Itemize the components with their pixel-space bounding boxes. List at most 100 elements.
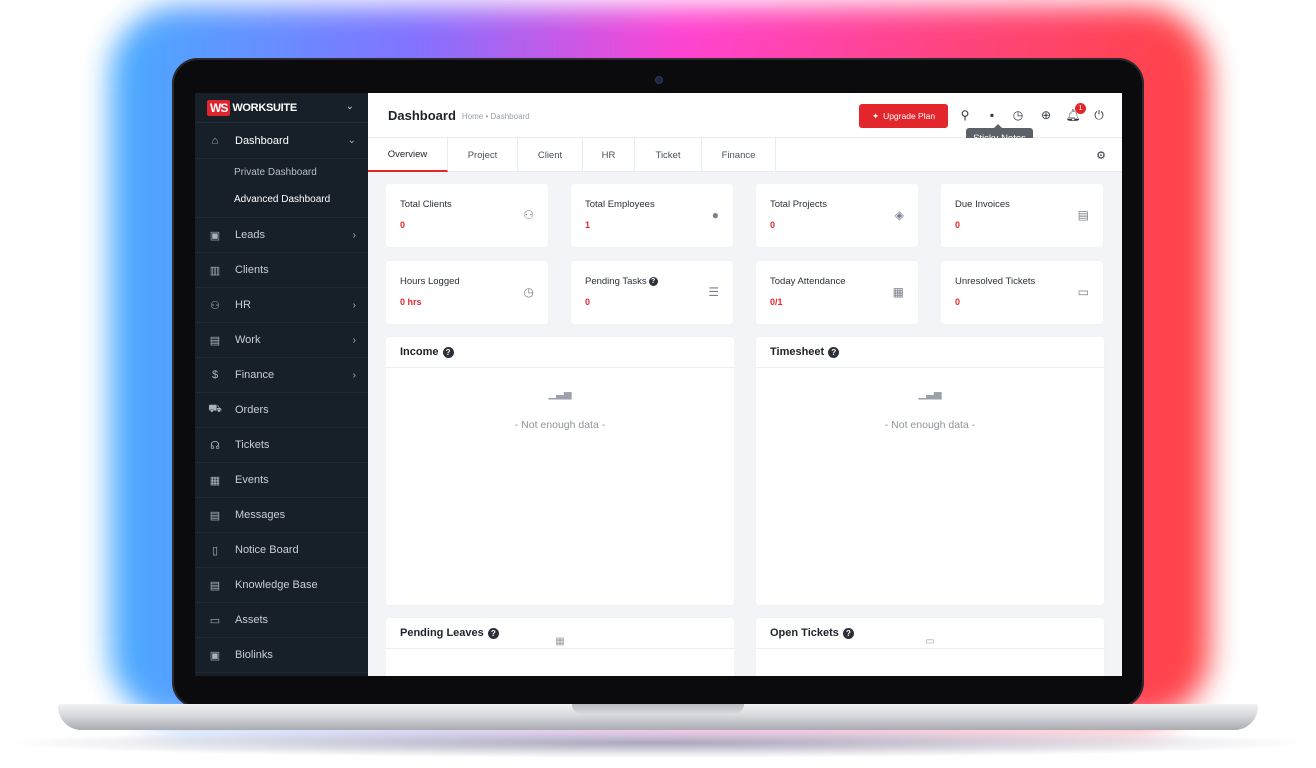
tab-hr[interactable]: HR — [583, 138, 635, 172]
stat-card-unresolved-tickets[interactable]: Unresolved Tickets 0 ▭ — [941, 261, 1103, 324]
cart-icon: ⛟ — [208, 403, 222, 415]
sidebar-nav-list: ▣ Leads › ▥ Clients ⚇ HR › ▤ Work › $ Finance › ⛟ Order… — [195, 218, 368, 673]
stat-value: 0 — [770, 220, 776, 230]
stat-card-total-employees[interactable]: Total Employees 1 ● — [571, 184, 733, 247]
sidebar-item-assets[interactable]: ▭ Assets — [195, 603, 368, 638]
help-icon[interactable]: ? — [828, 346, 840, 358]
laptop-mockup: WS WORKSUITE ⌄ ⌂ Dashboard ⌄ Private Das… — [0, 0, 1316, 768]
users-icon: ⚇ — [523, 208, 534, 222]
stat-card-pending-tasks[interactable]: Pending Tasks? 0 ☰ — [571, 261, 733, 324]
sidebar-item-clients[interactable]: ▥ Clients — [195, 253, 368, 288]
sidebar-item-notice-board[interactable]: ▯ Notice Board — [195, 533, 368, 568]
breadcrumb[interactable]: Home • Dashboard — [462, 112, 530, 121]
help-icon[interactable]: ? — [842, 627, 854, 639]
stat-card-due-invoices[interactable]: Due Invoices 0 ▤ — [941, 184, 1103, 247]
sidebar-subitem-advanced-dashboard[interactable]: Advanced Dashboard — [195, 186, 368, 213]
tab-client[interactable]: Client — [518, 138, 583, 172]
sidebar-item-knowledge-base[interactable]: ▤ Knowledge Base — [195, 568, 368, 603]
stat-value: 0 — [400, 220, 406, 230]
sidebar-item-dashboard[interactable]: ⌂ Dashboard ⌄ — [195, 123, 368, 159]
bar-chart-icon: ▁▃▅ — [548, 389, 572, 400]
stat-title: Today Attendance — [770, 276, 846, 287]
add-circle-icon[interactable]: ⊕ — [1039, 108, 1053, 122]
stat-title: Due Invoices — [955, 199, 1010, 210]
timesheet-title: Timesheet — [770, 346, 825, 358]
stat-title-text: Unresolved Tickets — [955, 276, 1036, 287]
chevron-right-icon: › — [352, 334, 356, 346]
sidebar-item-tickets[interactable]: ☊ Tickets — [195, 428, 368, 463]
income-panel: Income ? ▁▃▅ - Not enough data - — [386, 337, 734, 605]
panel-header: Timesheet ? — [756, 337, 1104, 368]
clock-icon: ◷ — [523, 285, 534, 299]
sidebar-subitem-private-dashboard[interactable]: Private Dashboard — [195, 159, 368, 186]
sidebar-item-biolinks[interactable]: ▣ Biolinks — [195, 638, 368, 673]
sidebar-item-label: Dashboard — [235, 134, 289, 147]
chat-icon: ▤ — [209, 509, 221, 522]
sidebar-item-orders[interactable]: ⛟ Orders — [195, 393, 368, 428]
stat-card-hours-logged[interactable]: Hours Logged 0 hrs ◷ — [386, 261, 548, 324]
sidebar-item-hr[interactable]: ⚇ HR › — [195, 288, 368, 323]
layers-icon: ◈ — [894, 208, 904, 222]
stat-card-total-projects[interactable]: Total Projects 0 ◈ — [756, 184, 918, 247]
calendar-icon: ▦ — [555, 636, 565, 647]
file-icon: ▤ — [1077, 208, 1089, 222]
calendar-icon: ▦ — [209, 474, 221, 487]
sticky-note-icon[interactable]: ▪ — [985, 108, 999, 122]
stat-value: 1 — [585, 220, 591, 230]
main-content: Dashboard Home • Dashboard ✦ Upgrade Pla… — [368, 93, 1122, 676]
contact-card-icon: ▣ — [209, 229, 221, 242]
chevron-right-icon: › — [352, 369, 356, 381]
search-icon[interactable]: ⚲ — [958, 108, 972, 122]
tab-overview[interactable]: Overview — [368, 138, 448, 172]
help-icon[interactable]: ? — [442, 346, 454, 358]
clipboard-icon: ▯ — [211, 544, 219, 557]
gear-icon[interactable]: ⚙ — [1096, 149, 1106, 162]
logo-mark: WS — [207, 99, 231, 116]
sidebar: WS WORKSUITE ⌄ ⌂ Dashboard ⌄ Private Das… — [195, 93, 368, 676]
stat-title-text: Total Employees — [585, 199, 655, 210]
stat-card-total-clients[interactable]: Total Clients 0 ⚇ — [386, 184, 548, 247]
briefcase-icon: ▤ — [209, 334, 221, 347]
dollar-icon: $ — [211, 369, 219, 381]
document-icon: ▤ — [209, 579, 221, 592]
app-screen: WS WORKSUITE ⌄ ⌂ Dashboard ⌄ Private Das… — [195, 93, 1122, 676]
stat-title-text: Hours Logged — [400, 276, 460, 287]
sidebar-item-label: Leads — [235, 229, 265, 241]
sidebar-item-events[interactable]: ▦ Events — [195, 463, 368, 498]
stat-card-today-attendance[interactable]: Today Attendance 0/1 ▦ — [756, 261, 918, 324]
sidebar-item-finance[interactable]: $ Finance › — [195, 358, 368, 393]
brand[interactable]: WS WORKSUITE ⌄ — [195, 93, 368, 123]
sidebar-item-label: Orders — [235, 404, 269, 416]
user-icon: ● — [711, 208, 719, 222]
tab-finance[interactable]: Finance — [702, 138, 776, 172]
chevron-down-icon[interactable]: ⌄ — [346, 101, 354, 112]
sidebar-item-messages[interactable]: ▤ Messages — [195, 498, 368, 533]
sidebar-item-work[interactable]: ▤ Work › — [195, 323, 368, 358]
laptop-shadow — [0, 728, 1316, 758]
chevron-right-icon: › — [352, 229, 356, 241]
bar-chart-icon: ▁▃▅ — [918, 389, 942, 400]
stat-value: 0 hrs — [400, 297, 422, 307]
stat-title: Unresolved Tickets — [955, 276, 1035, 287]
tab-ticket[interactable]: Ticket — [635, 138, 702, 172]
headset-icon: ☊ — [210, 439, 220, 452]
top-bar: Dashboard Home • Dashboard ✦ Upgrade Pla… — [368, 93, 1122, 149]
empty-state-text: - Not enough data - — [884, 419, 976, 431]
sidebar-item-leads[interactable]: ▣ Leads › — [195, 218, 368, 253]
stat-title: Total Projects — [770, 199, 827, 210]
open-tickets-panel: Open Tickets ? ▭ — [756, 618, 1104, 676]
tasks-icon: ☰ — [708, 285, 719, 299]
sidebar-item-label: Work — [235, 334, 261, 346]
upgrade-plan-button[interactable]: ✦ Upgrade Plan — [859, 104, 948, 128]
laptop-notch — [572, 704, 744, 714]
panel-header: Income ? — [386, 337, 734, 368]
help-icon[interactable]: ? — [648, 277, 658, 286]
badge-icon: ▣ — [209, 649, 221, 662]
sidebar-item-label: Finance — [235, 369, 275, 381]
help-icon[interactable]: ? — [487, 627, 499, 639]
clock-icon[interactable]: ◷ — [1011, 108, 1025, 122]
tab-project[interactable]: Project — [448, 138, 518, 172]
power-icon[interactable]: ⏻ — [1092, 108, 1106, 122]
sparkle-icon: ✦ — [871, 110, 880, 121]
sidebar-item-label: Assets — [235, 614, 269, 626]
